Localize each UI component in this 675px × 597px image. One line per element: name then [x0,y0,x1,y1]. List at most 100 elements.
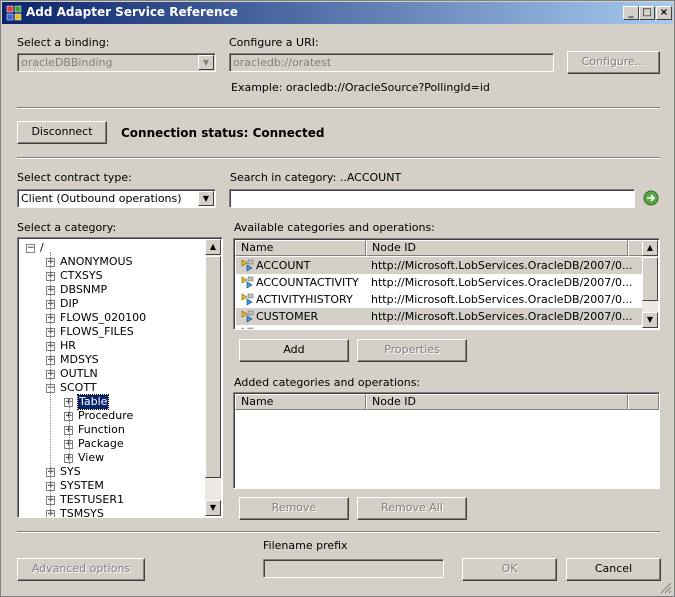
tree-item[interactable]: + SYS [18,465,204,479]
advanced-options-button[interactable]: Advanced options [17,558,145,581]
tree-item-label: TSMSYS [60,507,104,518]
available-scrollbar[interactable]: ▲ ▼ [642,240,658,328]
available-label: Available categories and operations: [234,221,435,234]
ok-button[interactable]: OK [462,558,557,581]
remove-all-button[interactable]: Remove All [357,497,467,520]
resize-grip-icon[interactable] [660,582,672,594]
list-item-name: CUSTOMERDOC [256,325,343,329]
list-item[interactable]: ACCOUNT http://Microsoft.LobServices.Orac… [236,257,642,274]
tree-item[interactable]: + Procedure [18,409,204,423]
column-header-filler [628,394,659,410]
table-icon [241,310,254,323]
tree-item[interactable]: + TESTUSER1 [18,493,204,507]
filename-prefix-input [263,559,444,578]
tree-item[interactable]: + DIP [18,297,204,311]
add-button[interactable]: Add [239,339,349,362]
tree-item[interactable]: + View [18,451,204,465]
column-header-node-id[interactable]: Node ID [366,240,628,256]
category-label: Select a category: [17,221,117,234]
title-bar[interactable]: Add Adapter Service Reference _ □ × [2,2,673,24]
search-label: Search in category: ..ACCOUNT [230,171,402,184]
uri-input: oracledb://oratest [229,53,554,72]
tree-item[interactable]: + HR [18,339,204,353]
column-header-node-id[interactable]: Node ID [366,394,628,410]
list-item[interactable]: ACCOUNTACTIVITY http://Microsoft.LobServi… [236,274,642,291]
list-item-name: ACCOUNTACTIVITY [256,276,359,289]
tree-scrollbar[interactable]: ▲ ▼ [205,239,221,516]
uri-value: oracledb://oratest [233,56,332,69]
tree-item-label: / [40,241,44,254]
tree-item[interactable]: + TSMSYS [18,507,204,518]
list-item-name: ACTIVITYHISTORY [256,293,353,306]
scroll-up-icon[interactable]: ▲ [205,239,221,255]
column-header-filler [628,240,643,256]
search-go-icon[interactable] [643,190,659,206]
tree-item-label: Function [78,423,125,436]
tree-item[interactable]: + CTXSYS [18,269,204,283]
binding-combo: oracleDBBinding ▼ [17,53,216,72]
tree-item[interactable]: + Table [18,394,204,410]
tree-item-label: OUTLN [60,367,98,380]
tree-item[interactable]: + FLOWS_020100 [18,311,204,325]
tree-item[interactable]: + ANONYMOUS [18,255,204,269]
tree-item-label: TESTUSER1 [60,493,124,506]
disconnect-button[interactable]: Disconnect [17,121,107,144]
scroll-down-icon[interactable]: ▼ [642,312,658,328]
tree-item[interactable]: + OUTLN [18,367,204,381]
list-item[interactable]: CUSTOMER http://Microsoft.LobServices.Ora… [236,308,642,325]
list-item-node-id: http://Microsoft.LobServices.OracleDB/20… [371,293,633,306]
contract-type-select[interactable]: Client (Outbound operations) ▼ [17,189,216,208]
window-title: Add Adapter Service Reference [26,5,238,19]
available-list[interactable]: Name Node ID ACCOUNT http://Microsoft.Lob… [233,238,660,330]
tree-item-label: Procedure [78,409,134,422]
column-header-name[interactable]: Name [235,394,366,410]
list-item[interactable]: CUSTOMERDOC http://Microsoft.LobServices.… [236,325,642,329]
tree-item-label: Table [76,394,110,410]
tree-item-label: HR [60,339,76,352]
tree-item[interactable]: + SYSTEM [18,479,204,493]
tree-item-label: CTXSYS [60,269,103,282]
minimize-button[interactable]: _ [623,6,639,20]
list-item-node-id: http://Microsoft.LobServices.OracleDB/20… [371,276,633,289]
search-input[interactable] [229,189,635,208]
uri-label: Configure a URI: [229,36,319,49]
separator [17,157,660,159]
scroll-down-icon[interactable]: ▼ [205,500,221,516]
tree-item[interactable]: + Function [18,423,204,437]
tree-item[interactable]: + MDSYS [18,353,204,367]
configure-button[interactable]: Configure... [567,51,660,74]
tree-item-label: SYS [60,465,81,478]
tree-item-label: FLOWS_FILES [60,325,134,338]
added-list[interactable]: Name Node ID [233,392,660,489]
table-icon [241,293,254,306]
column-header-name[interactable]: Name [235,240,366,256]
connection-status: Connection status: Connected [121,126,325,140]
tree-item[interactable]: − SCOTT [18,381,204,395]
close-button[interactable]: × [656,6,672,20]
tree-item-label: View [78,451,105,464]
tree-item-label: MDSYS [60,353,99,366]
remove-button[interactable]: Remove [239,497,349,520]
list-item-node-id: http://Microsoft.LobServices.OracleDB/20… [371,259,633,272]
table-icon [241,276,254,289]
tree-item[interactable]: + Package [18,437,204,451]
binding-value: oracleDBBinding [21,56,113,69]
tree-connector [69,398,70,464]
cancel-button[interactable]: Cancel [566,558,661,581]
scroll-up-icon[interactable]: ▲ [642,240,658,256]
tree-item[interactable]: + FLOWS_FILES [18,325,204,339]
scroll-thumb[interactable] [205,256,221,478]
scroll-thumb[interactable] [642,257,658,301]
properties-button[interactable]: Properties [357,339,467,362]
category-tree[interactable]: − / + ANONYMOUS + CTXSYS + DBSNMP + DIP + FLOWS_020… [17,237,223,518]
uri-example: Example: oracledb://OracleSource?Polling… [231,81,490,94]
tree-item[interactable]: − / [18,241,204,255]
maximize-button[interactable]: □ [639,6,655,20]
chevron-down-icon[interactable]: ▼ [198,191,214,206]
collapse-icon[interactable]: − [26,244,35,253]
list-item[interactable]: ACTIVITYHISTORY http://Microsoft.LobServi… [236,291,642,308]
tree-item-label: DIP [60,297,79,310]
binding-label: Select a binding: [17,36,110,49]
tree-item-label: DBSNMP [60,283,108,296]
tree-item[interactable]: + DBSNMP [18,283,204,297]
